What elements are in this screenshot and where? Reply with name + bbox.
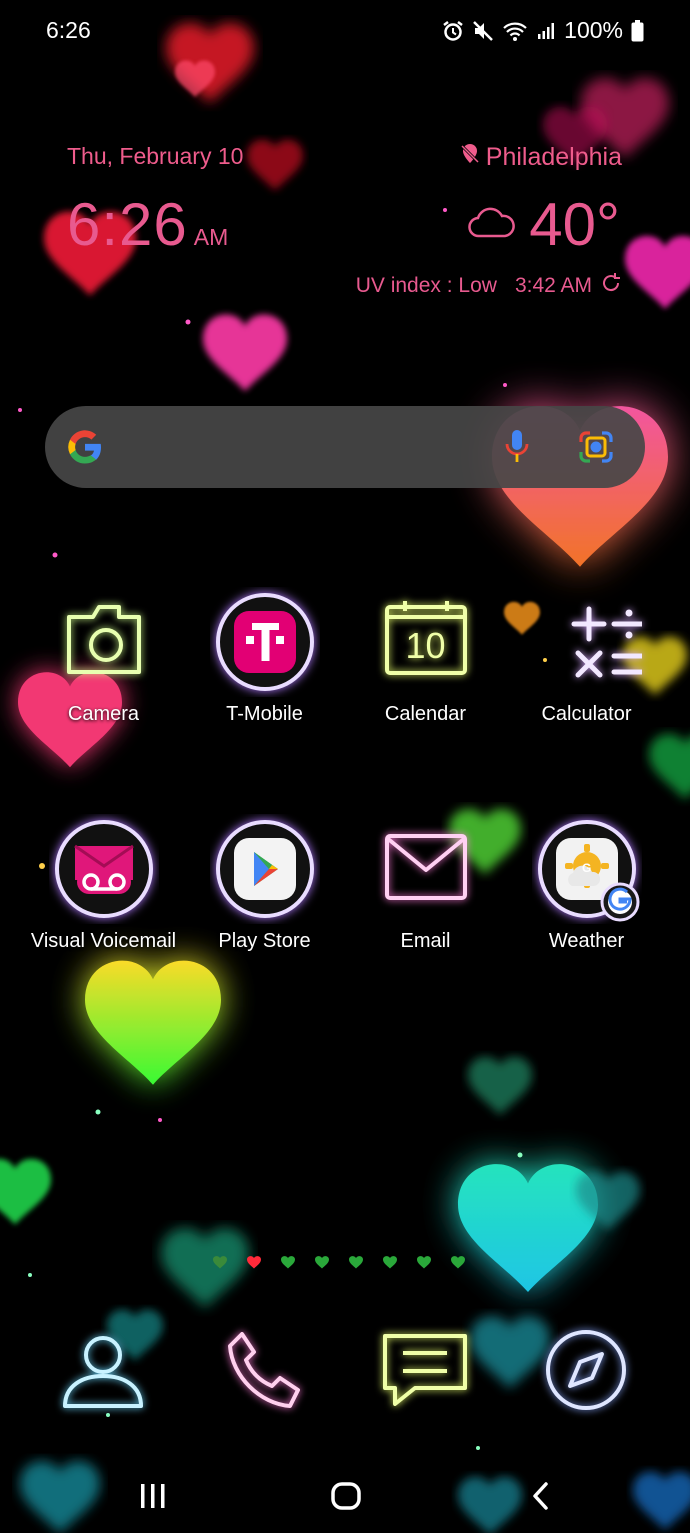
wifi-icon: [502, 20, 528, 42]
temperature-value: 40°: [529, 191, 620, 258]
home-icon[interactable]: [329, 1476, 365, 1521]
widget-temperature[interactable]: 40°: [467, 190, 620, 259]
page-dot[interactable]: [281, 1255, 295, 1269]
app-label: Camera: [67, 703, 140, 725]
google-search-bar[interactable]: [45, 406, 645, 488]
widget-city[interactable]: Philadelphia: [460, 143, 622, 172]
recents-icon[interactable]: [138, 1476, 168, 1521]
widget-date[interactable]: Thu, February 10: [67, 143, 243, 170]
play-store-icon: [210, 814, 320, 924]
status-icons: 100%: [442, 17, 644, 44]
location-off-icon: [460, 143, 480, 172]
app-camera[interactable]: Camera: [23, 587, 184, 726]
messages-icon: [375, 1334, 475, 1424]
app-calculator[interactable]: Calculator: [506, 587, 667, 726]
calendar-icon: 10: [371, 587, 481, 697]
dock-internet[interactable]: [536, 1320, 636, 1420]
signal-icon: [536, 21, 556, 41]
dock-contacts[interactable]: [53, 1320, 153, 1420]
email-icon: [371, 814, 481, 924]
app-label: Calculator: [541, 703, 632, 725]
page-dot[interactable]: [417, 1255, 431, 1269]
back-icon[interactable]: [526, 1476, 556, 1521]
app-label: Weather: [548, 930, 625, 952]
battery-icon: [631, 19, 644, 42]
lens-icon[interactable]: [578, 429, 614, 470]
app-label: Email: [400, 930, 451, 952]
app-label: T-Mobile: [226, 703, 303, 725]
page-dot[interactable]: [451, 1255, 465, 1269]
widget-time: 6:26: [67, 191, 188, 258]
navigation-bar: [0, 1460, 690, 1533]
uv-index: UV index : Low: [355, 274, 497, 297]
refresh-icon[interactable]: [600, 272, 622, 300]
page-dot-active[interactable]: [247, 1255, 261, 1269]
contacts-icon: [53, 1336, 153, 1424]
status-time: 6:26: [46, 17, 91, 43]
app-label: Visual Voicemail: [30, 930, 177, 952]
google-icon: [65, 427, 105, 472]
app-label: Play Store: [218, 930, 311, 952]
app-label: Calendar: [384, 703, 467, 725]
widget-uv-row: UV index : Low 3:42 AM: [356, 272, 622, 300]
page-dot[interactable]: [349, 1255, 363, 1269]
app-weather[interactable]: G Weather: [506, 814, 667, 953]
updated-time: 3:42 AM: [514, 274, 592, 297]
widget-clock[interactable]: 6:26 AM: [67, 190, 228, 259]
battery-percent: 100%: [564, 17, 623, 43]
page-indicator[interactable]: [213, 1255, 465, 1269]
t-mobile-icon: [210, 587, 320, 697]
city-name: Philadelphia: [485, 143, 622, 171]
calculator-icon: [532, 587, 646, 697]
camera-icon: [49, 587, 159, 697]
phone-icon: [214, 1332, 314, 1424]
weather-icon: G: [532, 814, 642, 924]
app-visual-voicemail[interactable]: Visual Voicemail: [23, 814, 184, 953]
status-bar: 6:26 100%: [0, 0, 690, 62]
widget-ampm: AM: [193, 224, 229, 250]
dock-messages[interactable]: [375, 1320, 475, 1420]
mute-icon: [472, 20, 494, 42]
voicemail-icon: [49, 814, 159, 924]
page-dot[interactable]: [383, 1255, 397, 1269]
svg-text:G: G: [582, 861, 591, 875]
alarm-icon: [442, 20, 464, 42]
mic-icon[interactable]: [503, 428, 531, 471]
app-email[interactable]: Email: [345, 814, 506, 953]
internet-icon: [536, 1330, 636, 1424]
app-t-mobile[interactable]: T-Mobile: [184, 587, 345, 726]
app-calendar[interactable]: 10 Calendar: [345, 587, 506, 726]
dock-phone[interactable]: [214, 1320, 314, 1420]
cloud-icon: [467, 205, 516, 244]
calendar-day: 10: [405, 625, 446, 666]
app-play-store[interactable]: Play Store: [184, 814, 345, 953]
page-dot[interactable]: [213, 1255, 227, 1269]
page-dot[interactable]: [315, 1255, 329, 1269]
